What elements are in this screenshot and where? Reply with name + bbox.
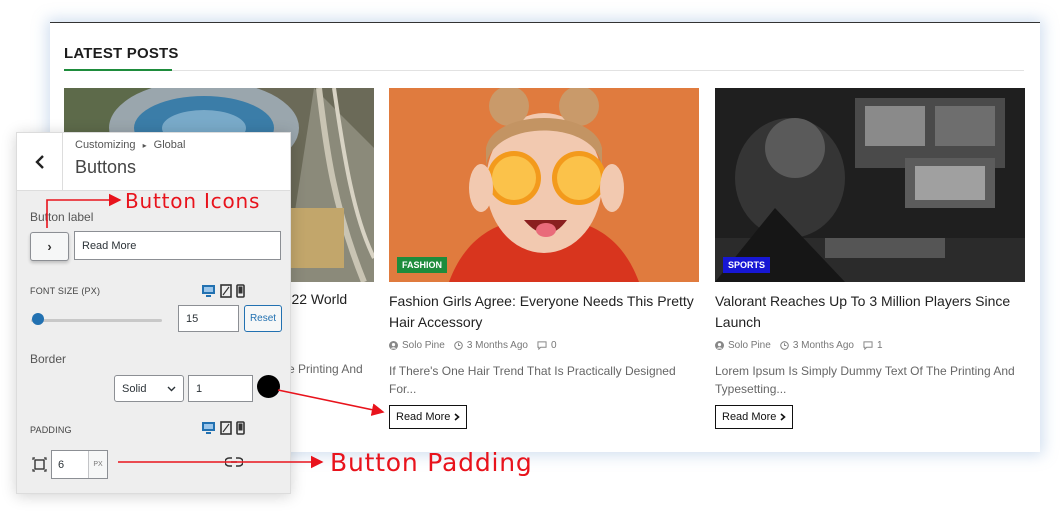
padding-heading: PADDING bbox=[30, 425, 72, 435]
breadcrumb-section: Global bbox=[153, 139, 186, 151]
padding-device-switcher bbox=[201, 421, 245, 435]
post-author-name: Solo Pine bbox=[402, 340, 445, 351]
post-meta: Solo Pine 3 Months Ago 1 bbox=[715, 340, 1025, 351]
breadcrumb-root: Customizing bbox=[75, 139, 136, 151]
mobile-icon[interactable] bbox=[236, 284, 245, 298]
post-comments[interactable]: 0 bbox=[537, 340, 557, 351]
post-title[interactable]: Fashion Girls Agree: Everyone Needs This… bbox=[389, 291, 699, 333]
comment-icon bbox=[863, 341, 873, 350]
post-image-esports[interactable]: SPORTS bbox=[715, 88, 1025, 282]
section-divider bbox=[64, 70, 1024, 71]
font-size-slider-track[interactable] bbox=[31, 319, 162, 322]
clock-icon bbox=[779, 341, 789, 350]
read-more-label: Read More bbox=[396, 411, 451, 423]
button-label-input[interactable]: Read More bbox=[74, 231, 281, 260]
section-accent-line bbox=[64, 69, 172, 71]
customizer-header: Customizing ▸ Global Buttons bbox=[17, 133, 290, 191]
post-date-text: 3 Months Ago bbox=[466, 340, 528, 351]
padding-all-sides-icon bbox=[32, 457, 47, 472]
read-more-button[interactable]: Read More bbox=[715, 405, 794, 429]
read-more-button[interactable]: Read More bbox=[389, 405, 468, 429]
post-author[interactable]: Solo Pine bbox=[715, 340, 771, 351]
padding-input[interactable]: 6 PX bbox=[51, 450, 108, 479]
customizer-panel: Customizing ▸ Global Buttons Button labe… bbox=[16, 132, 291, 494]
screenshot-stage: LATEST POSTS FASHION Fashion Girls Agree… bbox=[0, 0, 1062, 513]
post-card: SPORTS Valorant Reaches Up To 3 Million … bbox=[715, 88, 1025, 429]
tablet-icon[interactable] bbox=[220, 284, 232, 298]
button-label-heading: Button label bbox=[30, 210, 94, 224]
border-color-swatch[interactable] bbox=[257, 375, 280, 398]
post-author-name: Solo Pine bbox=[728, 340, 771, 351]
post-comments-count: 1 bbox=[876, 340, 883, 351]
post-date: 3 Months Ago bbox=[779, 340, 854, 351]
back-button[interactable] bbox=[17, 133, 63, 191]
padding-unit[interactable]: PX bbox=[88, 451, 107, 478]
chevron-left-icon bbox=[34, 155, 44, 169]
font-size-reset-button[interactable]: Reset bbox=[244, 305, 282, 332]
font-size-heading: FONT SIZE (PX) bbox=[30, 286, 101, 296]
border-width-input[interactable]: 1 bbox=[188, 375, 253, 402]
user-icon bbox=[389, 341, 398, 350]
font-size-input[interactable]: 15 bbox=[178, 305, 239, 332]
font-size-slider-thumb[interactable] bbox=[32, 313, 44, 325]
chevron-down-icon bbox=[167, 386, 176, 391]
desktop-icon[interactable] bbox=[201, 421, 216, 435]
post-title[interactable]: Valorant Reaches Up To 3 Million Players… bbox=[715, 291, 1025, 333]
annotation-button-icons: Button Icons bbox=[125, 189, 261, 213]
breadcrumb-separator: ▸ bbox=[142, 141, 147, 150]
border-heading: Border bbox=[30, 352, 67, 366]
breadcrumb: Customizing ▸ Global bbox=[75, 139, 185, 151]
read-more-label: Read More bbox=[722, 411, 777, 423]
post-comments-count: 0 bbox=[550, 340, 557, 351]
category-badge-sports[interactable]: SPORTS bbox=[723, 257, 771, 273]
desktop-icon[interactable] bbox=[201, 284, 216, 298]
post-excerpt: Lorem Ipsum Is Simply Dummy Text Of The … bbox=[715, 364, 1015, 396]
section-title: LATEST POSTS bbox=[64, 45, 179, 62]
post-excerpt: If There's One Hair Trend That Is Practi… bbox=[389, 364, 676, 396]
post-meta: Solo Pine 3 Months Ago 0 bbox=[389, 340, 699, 351]
border-style-value: Solid bbox=[122, 382, 147, 395]
post-date: 3 Months Ago bbox=[453, 340, 528, 351]
link-icon[interactable] bbox=[225, 456, 243, 468]
chevron-right-icon bbox=[454, 413, 461, 421]
padding-value: 6 bbox=[58, 458, 65, 471]
user-icon bbox=[715, 341, 724, 350]
post-comments[interactable]: 1 bbox=[863, 340, 883, 351]
category-badge-fashion[interactable]: FASHION bbox=[397, 257, 448, 273]
chevron-right-icon: › bbox=[47, 239, 52, 254]
post-image-fashion[interactable]: FASHION bbox=[389, 88, 699, 282]
annotation-button-padding: Button Padding bbox=[330, 448, 533, 477]
post-card: FASHION Fashion Girls Agree: Everyone Ne… bbox=[389, 88, 699, 429]
panel-title: Buttons bbox=[75, 157, 137, 177]
border-style-select[interactable]: Solid bbox=[114, 375, 184, 402]
tablet-icon[interactable] bbox=[220, 421, 232, 435]
button-icon-picker[interactable]: › bbox=[30, 232, 69, 261]
chevron-right-icon bbox=[780, 413, 787, 421]
comment-icon bbox=[537, 341, 547, 350]
font-size-device-switcher bbox=[201, 284, 245, 298]
post-date-text: 3 Months Ago bbox=[792, 340, 854, 351]
post-author[interactable]: Solo Pine bbox=[389, 340, 445, 351]
mobile-icon[interactable] bbox=[236, 421, 245, 435]
clock-icon bbox=[453, 341, 463, 350]
